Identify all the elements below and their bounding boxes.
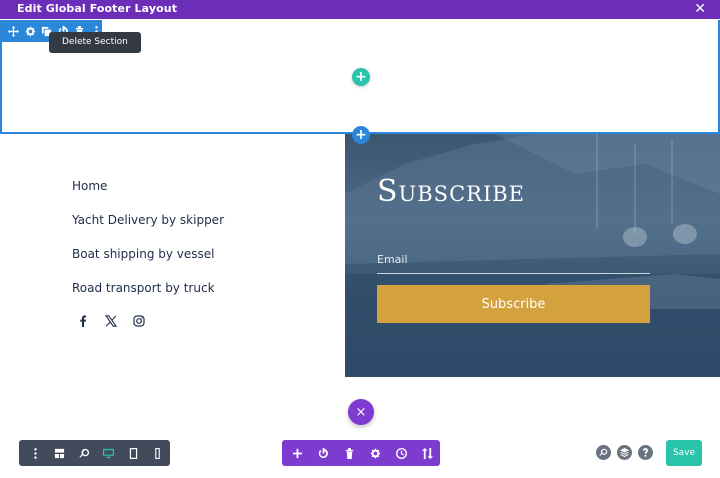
- history-icon[interactable]: [388, 440, 414, 466]
- menu-dots-icon[interactable]: [23, 440, 48, 466]
- move-icon[interactable]: [8, 24, 20, 38]
- add-icon[interactable]: [284, 440, 310, 466]
- power-icon[interactable]: [310, 440, 336, 466]
- zoom-icon[interactable]: [72, 440, 97, 466]
- subscribe-title: Subscribe: [377, 174, 526, 209]
- gear-icon[interactable]: [362, 440, 388, 466]
- window-title: Edit Global Footer Layout: [17, 2, 178, 15]
- view-mode-toolbar: [19, 440, 170, 466]
- tooltip: Delete Section: [49, 32, 141, 53]
- phone-icon[interactable]: [146, 440, 171, 466]
- subscribe-button[interactable]: Subscribe: [377, 285, 650, 323]
- tablet-icon[interactable]: [121, 440, 146, 466]
- trash-icon[interactable]: [336, 440, 362, 466]
- portability-icon[interactable]: [414, 440, 440, 466]
- x-icon[interactable]: [104, 314, 117, 328]
- facebook-icon[interactable]: [76, 314, 89, 328]
- layers-icon[interactable]: [617, 445, 632, 460]
- footer-nav: Home Yacht Delivery by skipper Boat ship…: [72, 178, 224, 314]
- nav-link-home[interactable]: Home: [72, 178, 224, 212]
- search-icon[interactable]: [596, 445, 611, 460]
- email-field[interactable]: [377, 246, 650, 274]
- instagram-icon[interactable]: [132, 314, 145, 328]
- builder-page: Edit Global Footer Layout ✕ Delete Secti…: [0, 0, 720, 478]
- nav-link-yacht-delivery[interactable]: Yacht Delivery by skipper: [72, 212, 224, 246]
- wireframe-icon[interactable]: [48, 440, 73, 466]
- desktop-icon[interactable]: [97, 440, 122, 466]
- nav-link-boat-shipping[interactable]: Boat shipping by vessel: [72, 246, 224, 280]
- gear-icon[interactable]: [25, 24, 37, 38]
- save-button[interactable]: Save: [666, 440, 702, 466]
- close-icon[interactable]: ✕: [694, 1, 706, 17]
- nav-link-road-transport[interactable]: Road transport by truck: [72, 280, 224, 314]
- subscribe-panel: Subscribe Subscribe: [345, 134, 720, 377]
- help-icon[interactable]: [638, 445, 653, 460]
- social-links: [76, 314, 145, 328]
- add-section-button[interactable]: +: [352, 126, 370, 144]
- page-settings-toolbar: [282, 440, 440, 466]
- title-bar: Edit Global Footer Layout ✕: [0, 0, 720, 19]
- add-row-button[interactable]: +: [352, 68, 370, 86]
- close-builder-button[interactable]: ×: [348, 399, 374, 425]
